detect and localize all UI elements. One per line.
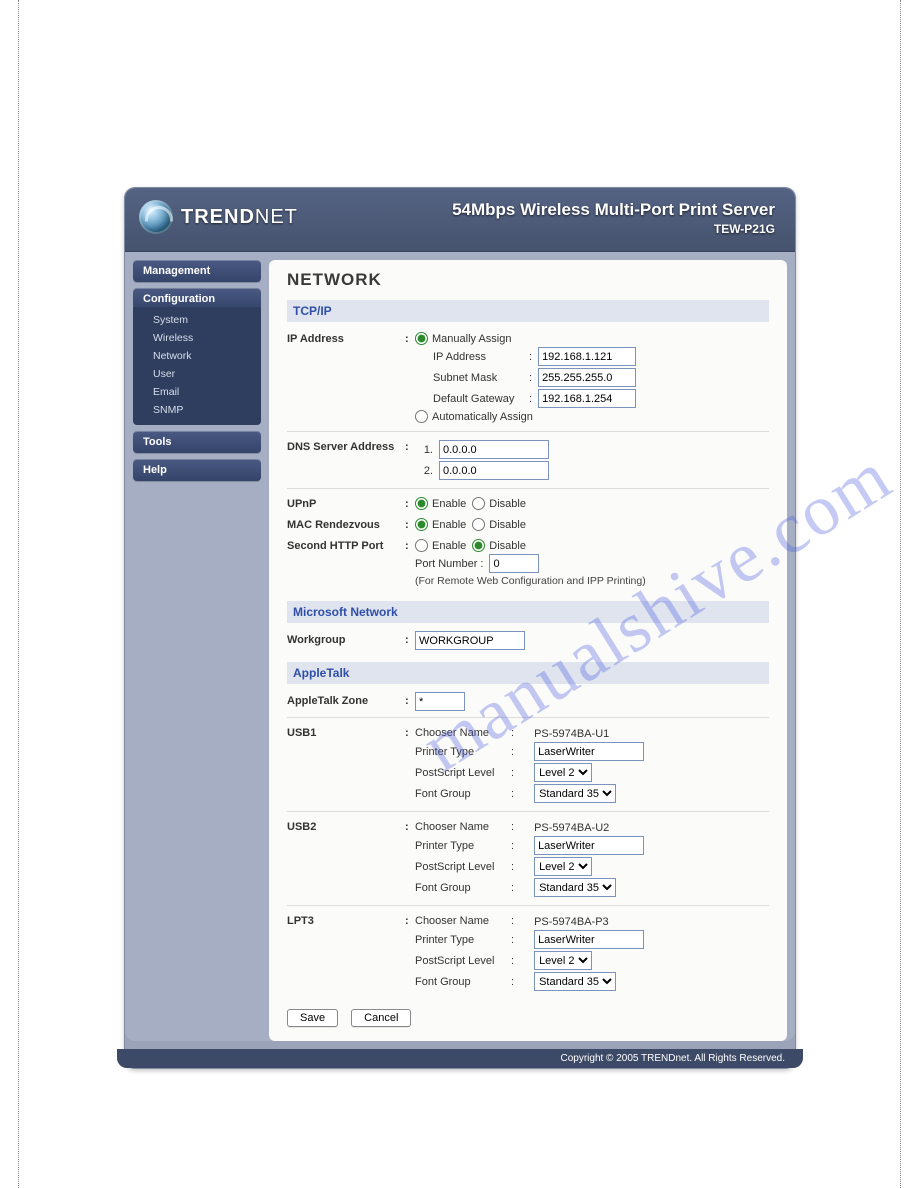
nav-group-configuration: Configuration System Wireless Network Us… (133, 288, 261, 425)
dns2-num: 2. (415, 465, 433, 477)
label-ip-address: IP Address (287, 330, 405, 345)
select-font-group-USB2[interactable]: Standard 35 (534, 878, 616, 897)
label-port-LPT3: LPT3 (287, 912, 405, 927)
input-ip-address[interactable] (538, 347, 636, 366)
input-printer-type-USB2[interactable] (534, 836, 644, 855)
nav-items-configuration: System Wireless Network User Email SNMP (133, 307, 261, 425)
sidebar: Management Configuration System Wireless… (133, 260, 261, 1041)
nav-group-tools: Tools (133, 431, 261, 453)
label-workgroup: Workgroup (287, 631, 405, 646)
input-workgroup[interactable] (415, 631, 525, 650)
label-mac-rendezvous: MAC Rendezvous (287, 516, 405, 531)
sublabel-printer-type: Printer Type (415, 746, 505, 758)
header: TRENDNET 54Mbps Wireless Multi-Port Prin… (125, 188, 795, 252)
input-port-number[interactable] (489, 554, 539, 573)
nav-group-management: Management (133, 260, 261, 282)
button-row: Save Cancel (287, 1009, 769, 1027)
sublabel-ip: IP Address (433, 351, 523, 363)
brand-text: TRENDNET (181, 206, 298, 229)
input-printer-type-USB1[interactable] (534, 742, 644, 761)
radio-manual-assign[interactable]: Manually Assign (415, 332, 512, 345)
nav-head-management[interactable]: Management (133, 260, 261, 282)
nav-group-help: Help (133, 459, 261, 481)
sublabel-ps-level: PostScript Level (415, 861, 505, 873)
sublabel-chooser: Chooser Name (415, 915, 505, 927)
body: Management Configuration System Wireless… (125, 252, 795, 1041)
radio-mac-enable[interactable]: Enable (415, 518, 466, 531)
input-dns2[interactable] (439, 461, 549, 480)
section-appletalk: AppleTalk (287, 662, 769, 684)
input-appletalk-zone[interactable] (415, 692, 465, 711)
input-subnet-mask[interactable] (538, 368, 636, 387)
select-font-group-USB1[interactable]: Standard 35 (534, 784, 616, 803)
label-dns: DNS Server Address (287, 438, 405, 453)
save-button[interactable]: Save (287, 1009, 338, 1027)
label-port-USB2: USB2 (287, 818, 405, 833)
nav-head-help[interactable]: Help (133, 459, 261, 481)
radio-mac-disable[interactable]: Disable (472, 518, 526, 531)
nav-head-tools[interactable]: Tools (133, 431, 261, 453)
sublabel-font-group: Font Group (415, 882, 505, 894)
label-port-number: Port Number : (415, 558, 483, 570)
product-title: 54Mbps Wireless Multi-Port Print Server (452, 200, 775, 220)
brand-thin: NET (255, 206, 298, 228)
section-msnet: Microsoft Network (287, 601, 769, 623)
radio-upnp-disable[interactable]: Disable (472, 497, 526, 510)
chooser-value-USB2: PS-5974BA-U2 (534, 820, 609, 834)
sublabel-printer-type: Printer Type (415, 934, 505, 946)
label-port-USB1: USB1 (287, 724, 405, 739)
radio-auto-assign[interactable]: Automatically Assign (415, 410, 533, 423)
product-model: TEW-P21G (452, 222, 775, 236)
select-font-group-LPT3[interactable]: Standard 35 (534, 972, 616, 991)
brand-logo: TRENDNET (139, 200, 298, 234)
nav-item-network[interactable]: Network (133, 347, 261, 365)
label-upnp: UPnP (287, 495, 405, 510)
router-admin-frame: TRENDNET 54Mbps Wireless Multi-Port Prin… (125, 188, 795, 1068)
nav-item-snmp[interactable]: SNMP (133, 401, 261, 419)
brand-bold: TREND (181, 206, 255, 228)
sublabel-chooser: Chooser Name (415, 821, 505, 833)
page-border-right (900, 0, 901, 1188)
select-ps-level-LPT3[interactable]: Level 2 (534, 951, 592, 970)
label-second-http: Second HTTP Port (287, 537, 405, 552)
radio-http-disable[interactable]: Disable (472, 539, 526, 552)
select-ps-level-USB1[interactable]: Level 2 (534, 763, 592, 782)
section-tcpip: TCP/IP (287, 300, 769, 322)
radio-http-enable[interactable]: Enable (415, 539, 466, 552)
select-ps-level-USB2[interactable]: Level 2 (534, 857, 592, 876)
label-appletalk-zone: AppleTalk Zone (287, 692, 405, 707)
input-default-gateway[interactable] (538, 389, 636, 408)
sublabel-ps-level: PostScript Level (415, 955, 505, 967)
nav-item-wireless[interactable]: Wireless (133, 329, 261, 347)
cancel-button[interactable]: Cancel (351, 1009, 411, 1027)
footer: Copyright © 2005 TRENDnet. All Rights Re… (117, 1049, 803, 1068)
input-dns1[interactable] (439, 440, 549, 459)
sublabel-subnet: Subnet Mask (433, 372, 523, 384)
sublabel-printer-type: Printer Type (415, 840, 505, 852)
sublabel-chooser: Chooser Name (415, 727, 505, 739)
header-title-block: 54Mbps Wireless Multi-Port Print Server … (452, 200, 775, 236)
globe-icon (139, 200, 173, 234)
sublabel-font-group: Font Group (415, 788, 505, 800)
content: manualshive.com NETWORK TCP/IP IP Addres… (269, 260, 787, 1041)
page-title: NETWORK (287, 270, 769, 290)
sublabel-font-group: Font Group (415, 976, 505, 988)
nav-item-system[interactable]: System (133, 311, 261, 329)
input-printer-type-LPT3[interactable] (534, 930, 644, 949)
nav-item-user[interactable]: User (133, 365, 261, 383)
http-note: (For Remote Web Configuration and IPP Pr… (415, 575, 646, 587)
chooser-value-USB1: PS-5974BA-U1 (534, 726, 609, 740)
dns1-num: 1. (415, 444, 433, 456)
sublabel-gateway: Default Gateway (433, 393, 523, 405)
radio-upnp-enable[interactable]: Enable (415, 497, 466, 510)
nav-item-email[interactable]: Email (133, 383, 261, 401)
page-border-left (18, 0, 19, 1188)
sublabel-ps-level: PostScript Level (415, 767, 505, 779)
chooser-value-LPT3: PS-5974BA-P3 (534, 914, 609, 928)
